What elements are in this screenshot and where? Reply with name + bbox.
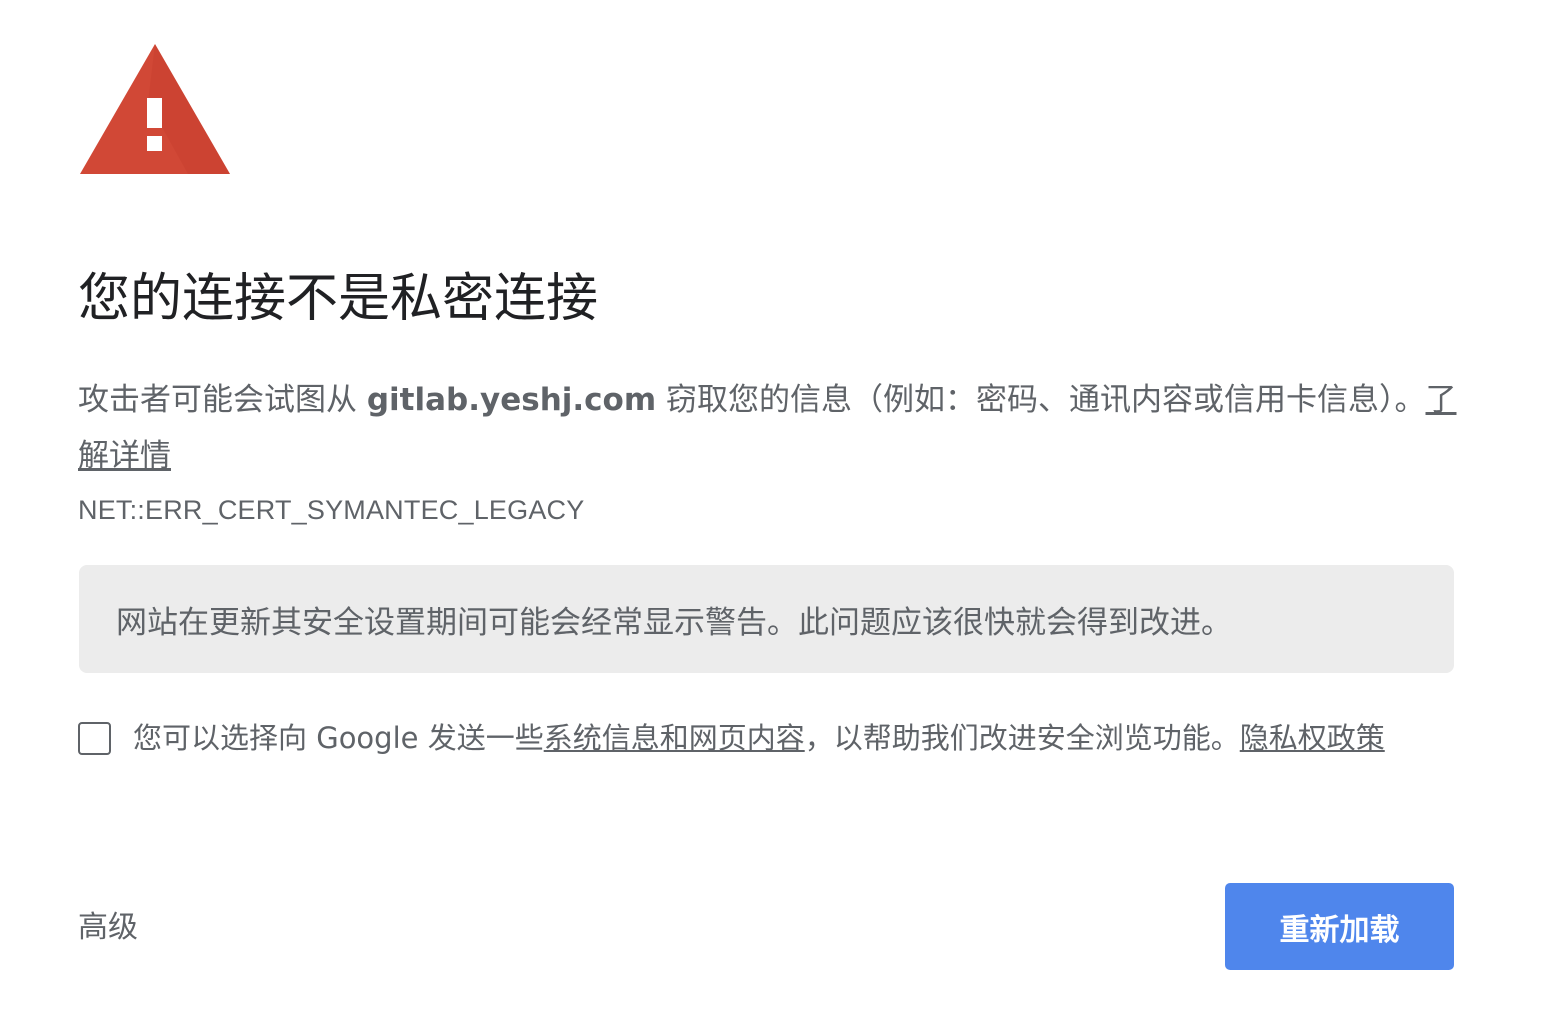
warning-triangle-icon [80,44,230,174]
notice-box: 网站在更新其安全设置期间可能会经常显示警告。此问题应该很快就会得到改进。 [79,565,1454,673]
explanation-prefix: 攻击者可能会试图从 [78,382,367,418]
optin-text: 您可以选择向 Google 发送一些系统信息和网页内容，以帮助我们改进安全浏览功… [133,716,1385,760]
optin-checkbox[interactable] [78,721,111,755]
optin-prefix: 您可以选择向 Google 发送一些 [133,721,544,755]
privacy-policy-link[interactable]: 隐私权政策 [1240,721,1385,755]
reload-button[interactable]: 重新加载 [1225,883,1454,970]
system-info-link[interactable]: 系统信息和网页内容 [544,721,805,755]
error-code: NET::ERR_CERT_SYMANTEC_LEGACY [78,495,585,525]
advanced-button[interactable]: 高级 [78,906,138,950]
notice-text: 网站在更新其安全设置期间可能会经常显示警告。此问题应该很快就会得到改进。 [116,604,1232,641]
page-title: 您的连接不是私密连接 [78,269,599,329]
safe-browsing-optin: 您可以选择向 Google 发送一些系统信息和网页内容，以帮助我们改进安全浏览功… [78,716,1385,760]
optin-middle: ，以帮助我们改进安全浏览功能。 [804,721,1240,755]
host-name: gitlab.yeshj.com [366,382,657,418]
explanation-paragraph: 攻击者可能会试图从 gitlab.yeshj.com 窃取您的信息（例如：密码、… [78,372,1458,484]
explanation-suffix: 窃取您的信息（例如：密码、通讯内容或信用卡信息）。 [656,382,1426,418]
